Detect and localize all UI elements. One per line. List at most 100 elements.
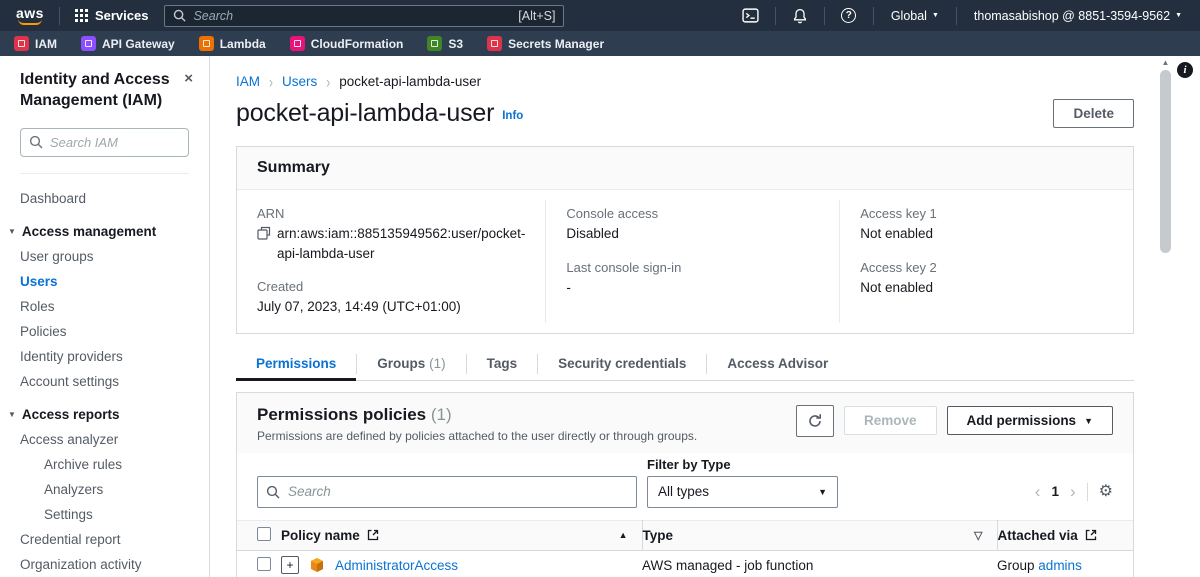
add-permissions-button[interactable]: Add permissions ▼ — [947, 406, 1113, 435]
top-navigation-bar: aws Services [Alt+S] ? Global ▼ thomasab… — [0, 0, 1200, 31]
user-detail-tabs: Permissions Groups (1) Tags Security cre… — [236, 348, 1134, 381]
cloudformation-service-icon — [290, 36, 305, 51]
created-label: Created — [257, 279, 525, 294]
sidebar-item-roles[interactable]: Roles — [0, 294, 209, 319]
managed-policy-icon — [309, 557, 325, 573]
arn-label: ARN — [257, 206, 525, 221]
favorite-api-gateway[interactable]: API Gateway — [81, 36, 175, 51]
global-search-input[interactable] — [193, 9, 511, 23]
attached-via-header[interactable]: Attached via — [998, 528, 1078, 543]
row-checkbox[interactable] — [257, 557, 271, 571]
aws-logo[interactable]: aws — [16, 7, 44, 25]
sidebar-item-credential-report[interactable]: Credential report — [0, 527, 209, 552]
refresh-button[interactable] — [796, 405, 834, 437]
services-label: Services — [95, 8, 149, 23]
sidebar-item-organization-activity[interactable]: Organization activity — [0, 552, 209, 577]
tab-tags[interactable]: Tags — [467, 348, 538, 380]
api-gateway-service-icon — [81, 36, 96, 51]
breadcrumb-users[interactable]: Users — [282, 74, 317, 89]
sidebar-item-archive-rules[interactable]: Archive rules — [0, 452, 209, 477]
previous-page-button[interactable]: ‹ — [1035, 483, 1041, 500]
sidebar-item-analyzers[interactable]: Analyzers — [0, 477, 209, 502]
global-search-box[interactable]: [Alt+S] — [164, 5, 564, 27]
policy-type: AWS managed - job function — [642, 558, 813, 573]
tab-security-credentials[interactable]: Security credentials — [538, 348, 706, 380]
favorite-iam[interactable]: IAM — [14, 36, 57, 51]
permissions-policies-title: Permissions policies (1) — [257, 405, 452, 424]
table-settings-button[interactable]: ⚙ — [1099, 484, 1113, 500]
delete-button[interactable]: Delete — [1053, 99, 1134, 128]
tab-groups[interactable]: Groups (1) — [357, 348, 465, 380]
favorite-secrets-manager[interactable]: Secrets Manager — [487, 36, 604, 51]
sidebar-section-access-management[interactable]: ▼ Access management — [0, 219, 209, 244]
caret-down-icon: ▼ — [8, 227, 16, 236]
sidebar-item-dashboard[interactable]: Dashboard — [0, 186, 209, 211]
info-panel-button[interactable]: i — [1177, 62, 1193, 78]
expand-row-button[interactable]: + — [281, 556, 299, 574]
sidebar-item-identity-providers[interactable]: Identity providers — [0, 344, 209, 369]
tab-permissions[interactable]: Permissions — [236, 348, 356, 380]
caret-down-icon: ▼ — [818, 487, 827, 497]
policy-search-input[interactable] — [257, 476, 637, 508]
sidebar-item-settings[interactable]: Settings — [0, 502, 209, 527]
policy-link[interactable]: AdministratorAccess — [335, 558, 458, 573]
breadcrumb-current: pocket-api-lambda-user — [339, 74, 481, 89]
region-label: Global — [891, 9, 927, 23]
console-access-label: Console access — [566, 206, 819, 221]
terminal-icon — [742, 7, 759, 24]
breadcrumb-iam[interactable]: IAM — [236, 74, 260, 89]
caret-down-icon: ▼ — [932, 12, 939, 19]
next-page-button[interactable]: › — [1070, 483, 1076, 500]
favorite-label: CloudFormation — [311, 37, 404, 51]
remove-button[interactable]: Remove — [844, 406, 937, 435]
access-key2-label: Access key 2 — [860, 260, 1113, 275]
scrollbar-up-arrow-icon[interactable]: ▲ — [1159, 58, 1172, 67]
favorite-label: S3 — [448, 37, 463, 51]
access-key2-value: Not enabled — [860, 278, 1113, 298]
type-filter-dropdown[interactable]: All types ▼ — [647, 476, 838, 508]
scrollbar-thumb[interactable] — [1160, 70, 1171, 253]
external-link-icon — [1085, 529, 1097, 541]
copy-icon[interactable] — [257, 226, 271, 240]
help-icon: ? — [841, 8, 856, 23]
sidebar-item-policies[interactable]: Policies — [0, 319, 209, 344]
sort-ascending-icon[interactable]: ▲ — [619, 530, 628, 540]
attached-group-link[interactable]: admins — [1038, 558, 1082, 573]
aws-logo-text: aws — [16, 7, 44, 19]
region-selector[interactable]: Global ▼ — [883, 9, 947, 23]
divider — [59, 7, 60, 25]
last-signin-value: - — [566, 278, 819, 298]
tab-access-advisor[interactable]: Access Advisor — [707, 348, 848, 380]
divider — [775, 7, 776, 25]
favorite-lambda[interactable]: Lambda — [199, 36, 266, 51]
s3-service-icon — [427, 36, 442, 51]
sidebar-item-users[interactable]: Users — [0, 269, 209, 294]
created-value: July 07, 2023, 14:49 (UTC+01:00) — [257, 297, 525, 317]
favorite-s3[interactable]: S3 — [427, 36, 463, 51]
column-filter-icon[interactable]: ▽ — [974, 529, 982, 542]
sidebar-item-user-groups[interactable]: User groups — [0, 244, 209, 269]
sidebar-item-account-settings[interactable]: Account settings — [0, 369, 209, 394]
info-link[interactable]: Info — [502, 110, 523, 122]
favorite-cloudformation[interactable]: CloudFormation — [290, 36, 404, 51]
favorite-label: API Gateway — [102, 37, 175, 51]
policy-name-header[interactable]: Policy name — [281, 528, 360, 543]
section-label: Access management — [22, 224, 156, 239]
sidebar-item-access-analyzer[interactable]: Access analyzer — [0, 427, 209, 452]
sidebar-section-access-reports[interactable]: ▼ Access reports — [0, 402, 209, 427]
services-menu-button[interactable]: Services — [69, 8, 155, 23]
select-all-checkbox[interactable] — [257, 527, 271, 541]
favorite-label: IAM — [35, 37, 57, 51]
chevron-right-icon: › — [269, 72, 273, 92]
account-menu[interactable]: thomasabishop @ 8851-3594-9562 ▼ — [966, 9, 1190, 23]
sidebar-search-input[interactable] — [20, 128, 189, 157]
notifications-button[interactable] — [785, 8, 815, 24]
help-button[interactable]: ? — [834, 8, 864, 23]
close-icon[interactable]: × — [184, 70, 193, 87]
vertical-scrollbar[interactable]: ▲ — [1159, 58, 1172, 575]
cloudshell-button[interactable] — [736, 7, 766, 24]
type-header[interactable]: Type — [643, 528, 674, 543]
iam-sidebar: Identity and Access Management (IAM) × D… — [0, 56, 210, 577]
refresh-icon — [807, 413, 823, 429]
current-page-number[interactable]: 1 — [1051, 484, 1059, 499]
